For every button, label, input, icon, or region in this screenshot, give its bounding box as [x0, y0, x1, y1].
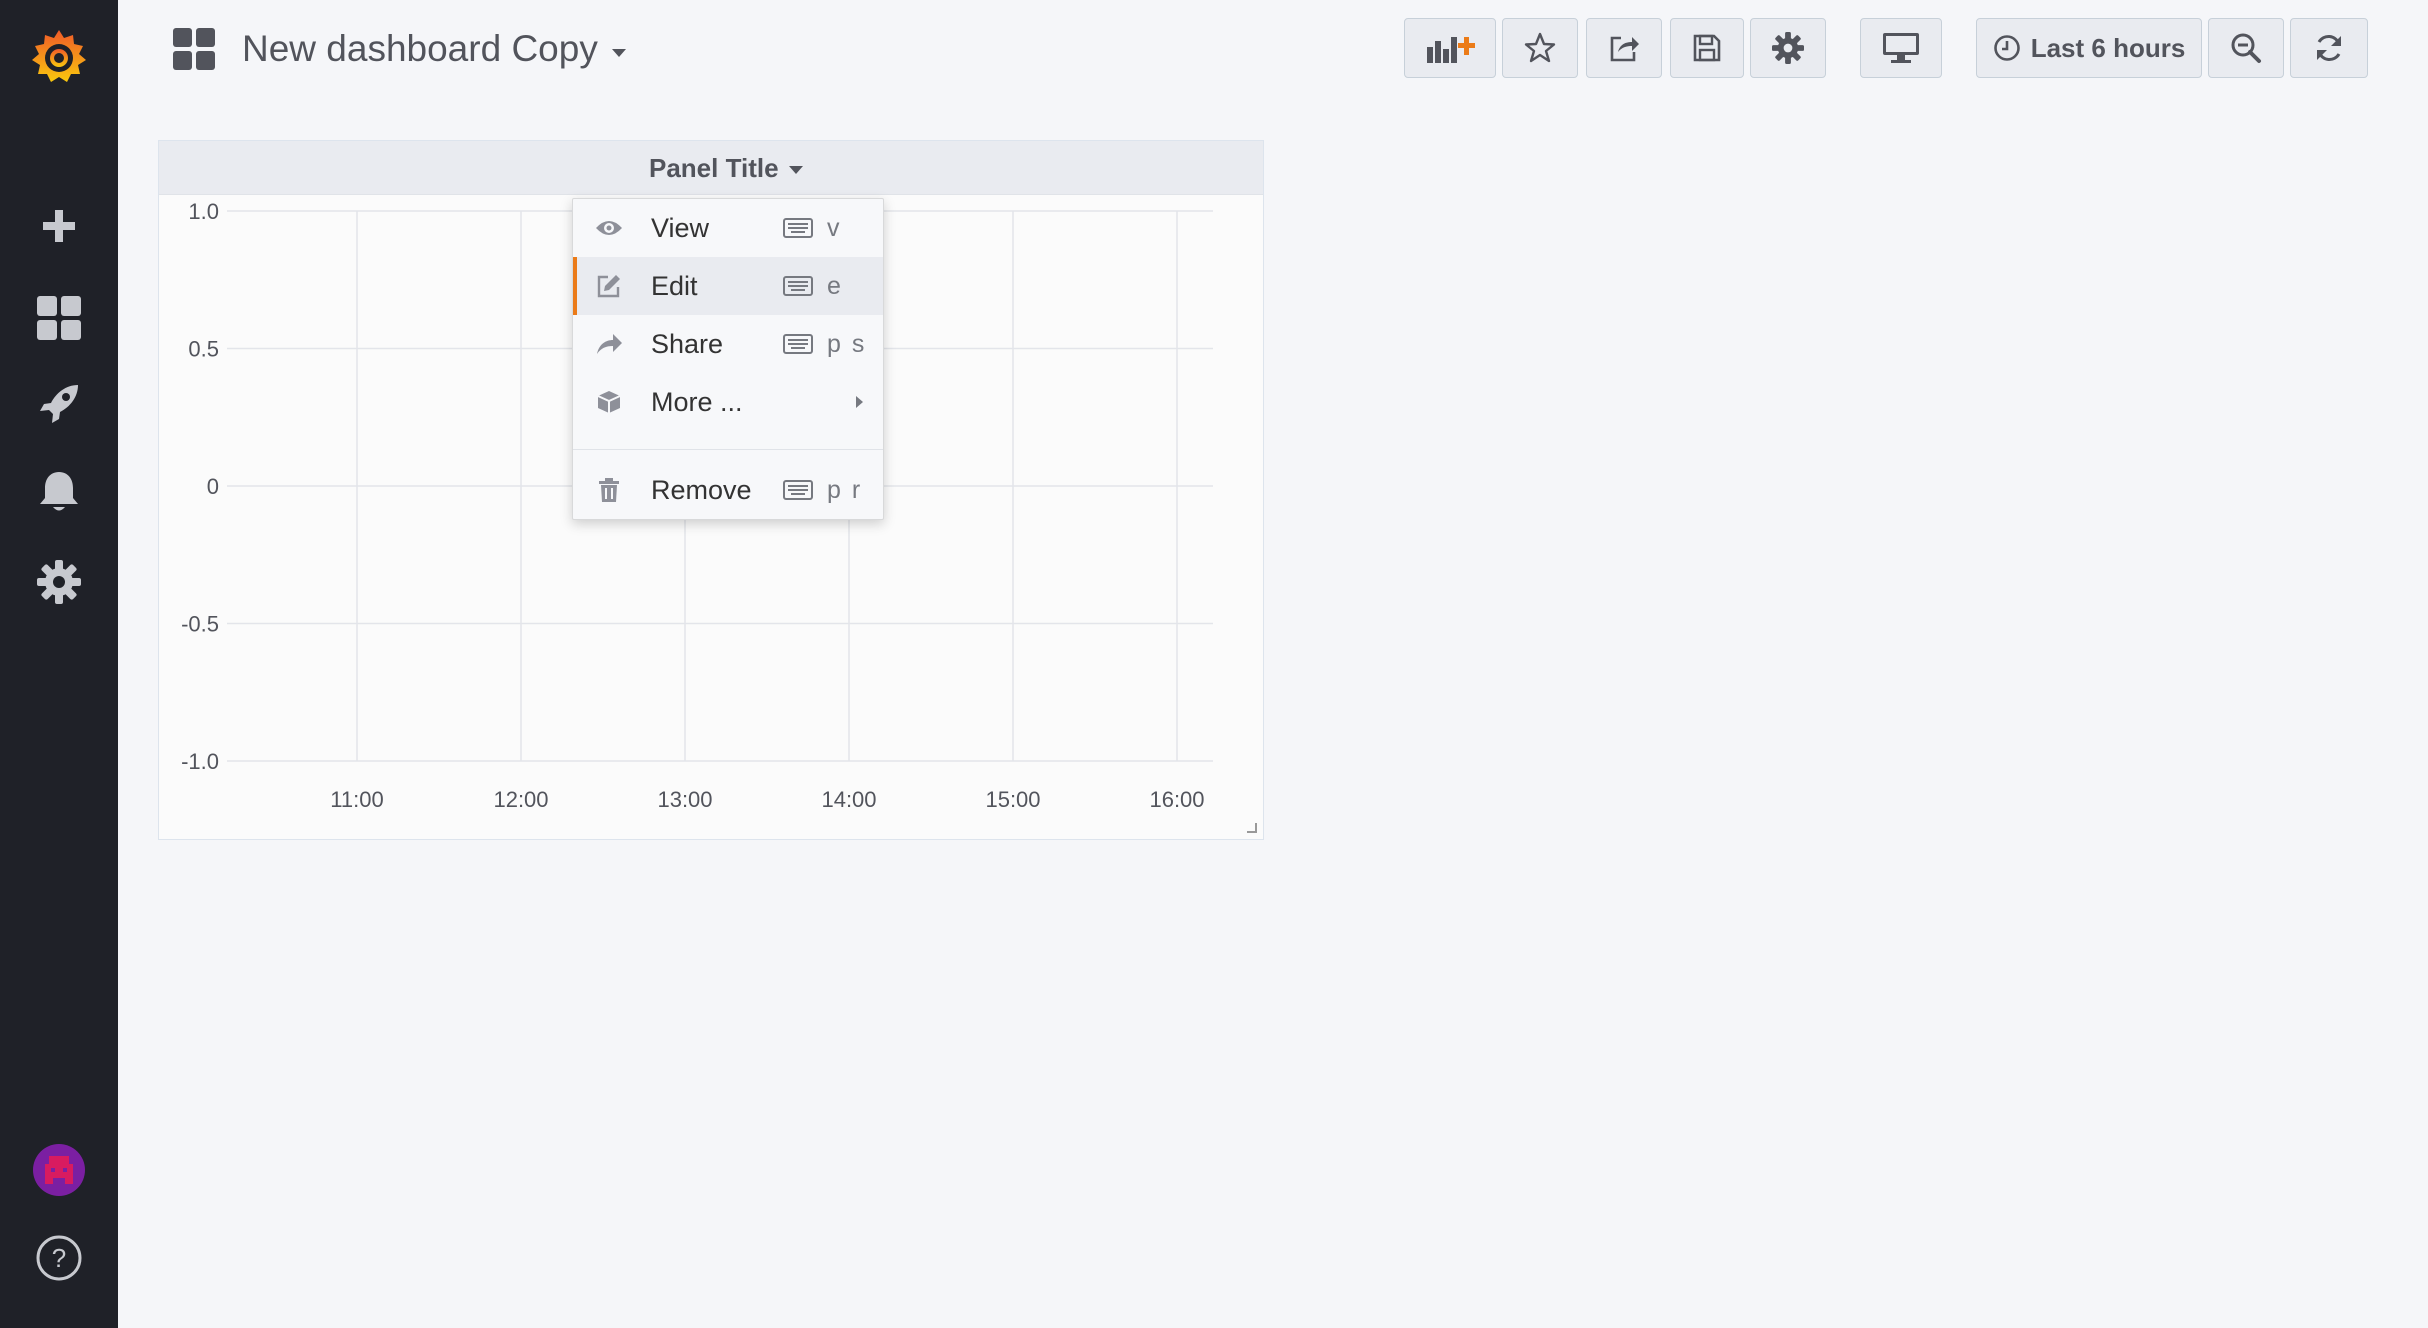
x-tick-label: 16:00	[1149, 787, 1204, 812]
keyboard-icon	[783, 480, 813, 500]
menu-item-label: View	[651, 212, 710, 243]
add-panel-icon	[1427, 37, 1475, 63]
chevron-down-icon	[611, 49, 626, 57]
time-range-picker[interactable]: Last 6 hours	[1976, 18, 2202, 78]
y-tick-label: 1.0	[188, 199, 219, 224]
y-tick-label: 0	[207, 474, 219, 499]
avatar	[33, 1144, 85, 1196]
zoom-out-button[interactable]	[2208, 18, 2284, 78]
y-tick-label: -1.0	[181, 749, 219, 774]
shortcut-key: p s	[827, 329, 867, 358]
gear-icon	[37, 560, 81, 604]
panel-menu: View v Edit e Share p s More ... Remove …	[572, 198, 884, 520]
x-tick-label: 11:00	[330, 787, 383, 812]
eye-icon	[595, 214, 623, 242]
star-icon	[1524, 32, 1556, 63]
plus-icon	[43, 210, 75, 242]
save-icon	[1693, 34, 1721, 62]
clock-icon	[1993, 35, 2020, 61]
shortcut-key: p r	[827, 475, 863, 504]
configuration-button[interactable]	[0, 542, 118, 622]
x-tick-label: 14:00	[821, 787, 876, 812]
shortcut-key: e	[827, 271, 843, 300]
grafana-logo[interactable]	[0, 10, 118, 106]
keyboard-icon	[783, 276, 813, 296]
help-icon: ?	[36, 1235, 82, 1281]
share-icon	[1610, 36, 1639, 62]
save-button[interactable]	[1670, 18, 1744, 78]
dashboards-button[interactable]	[0, 278, 118, 358]
dashboard-grid-icon	[173, 28, 215, 70]
rocket-icon	[40, 385, 78, 423]
y-tick-label: -0.5	[181, 612, 219, 637]
sidebar: ?	[0, 0, 118, 1328]
svg-text:?: ?	[52, 1243, 66, 1273]
view-mode-button[interactable]	[1860, 18, 1942, 78]
menu-item-label: Share	[651, 328, 724, 359]
share-dashboard-button[interactable]	[1586, 18, 1662, 78]
help-button[interactable]: ?	[0, 1218, 118, 1298]
menu-item-label: More ...	[651, 386, 743, 417]
cube-icon	[595, 388, 623, 416]
add-panel-button[interactable]	[1404, 18, 1496, 78]
keyboard-icon	[783, 334, 813, 354]
y-tick-label: 0.5	[188, 337, 219, 362]
panel-resize-handle[interactable]	[1247, 823, 1257, 833]
menu-item-view[interactable]: View v	[573, 199, 883, 257]
menu-item-share[interactable]: Share p s	[573, 315, 883, 373]
refresh-button[interactable]	[2290, 18, 2368, 78]
time-range-label: Last 6 hours	[2030, 32, 2186, 63]
shortcut-key: v	[827, 213, 842, 242]
alerting-button[interactable]	[0, 452, 118, 532]
refresh-icon	[2317, 35, 2341, 61]
star-button[interactable]	[1502, 18, 1578, 78]
gear-icon	[1772, 32, 1804, 64]
dashboard-title: New dashboard Copy	[242, 28, 598, 69]
monitor-icon	[1883, 33, 1919, 63]
edit-icon	[595, 272, 623, 300]
menu-item-edit[interactable]: Edit e	[573, 257, 883, 315]
user-avatar[interactable]	[0, 1130, 118, 1210]
menu-item-label: Remove	[651, 474, 752, 505]
dashboard-title-picker[interactable]: New dashboard Copy	[172, 22, 626, 76]
explore-button[interactable]	[0, 364, 118, 444]
grafana-logo-icon	[32, 30, 86, 82]
x-tick-label: 15:00	[985, 787, 1040, 812]
zoom-out-icon	[2231, 33, 2261, 63]
keyboard-icon	[783, 218, 813, 238]
chevron-right-icon	[856, 396, 863, 408]
trash-icon	[595, 476, 623, 504]
menu-item-remove[interactable]: Remove p r	[573, 461, 883, 519]
menu-item-more[interactable]: More ...	[573, 373, 883, 431]
menu-item-label: Edit	[651, 270, 698, 301]
create-button[interactable]	[0, 186, 118, 266]
bell-icon	[40, 472, 78, 511]
x-tick-label: 13:00	[657, 787, 712, 812]
share-icon	[595, 330, 623, 358]
dashboards-icon	[37, 296, 81, 340]
settings-button[interactable]	[1750, 18, 1826, 78]
menu-divider	[573, 449, 883, 450]
x-tick-label: 12:00	[493, 787, 548, 812]
